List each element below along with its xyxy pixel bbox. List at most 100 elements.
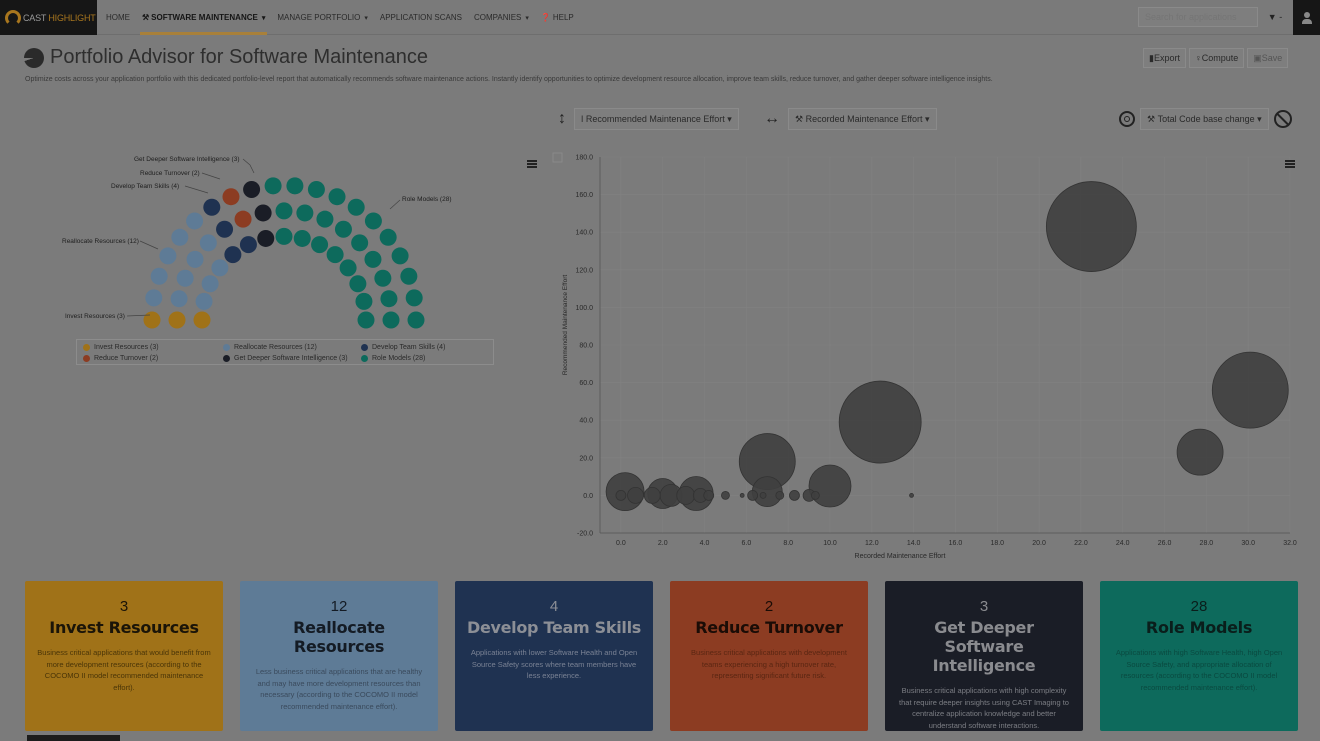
seat-invest[interactable] bbox=[143, 311, 161, 329]
seat-reallocate[interactable] bbox=[195, 292, 213, 310]
bubble-point[interactable] bbox=[808, 464, 852, 508]
seat-develop[interactable] bbox=[239, 236, 257, 254]
seat-reallocate[interactable] bbox=[211, 259, 229, 277]
seat-role[interactable] bbox=[326, 246, 344, 264]
seat-role[interactable] bbox=[275, 202, 293, 220]
bubble-point[interactable] bbox=[909, 492, 914, 498]
nav-item-companies[interactable]: COMPANIES ▾ bbox=[468, 0, 535, 35]
seat-role[interactable] bbox=[405, 289, 423, 307]
save-button[interactable]: ▣ Save bbox=[1247, 48, 1289, 68]
legend-item-develop[interactable]: Develop Team Skills (4) bbox=[361, 342, 491, 353]
nav-item-application-scans[interactable]: APPLICATION SCANS bbox=[374, 0, 468, 35]
seat-reallocate[interactable] bbox=[159, 247, 177, 265]
bubble-point[interactable] bbox=[703, 489, 715, 501]
seat-develop[interactable] bbox=[203, 198, 221, 216]
seat-role[interactable] bbox=[349, 275, 367, 293]
filter-button[interactable]: ▼ - bbox=[1262, 7, 1288, 27]
bubble-point[interactable] bbox=[1211, 351, 1289, 429]
nav-item-help[interactable]: ❓ HELP bbox=[535, 0, 580, 35]
seat-role[interactable] bbox=[379, 228, 397, 246]
compute-button[interactable]: ♀ Compute bbox=[1188, 48, 1245, 68]
seat-develop[interactable] bbox=[216, 220, 234, 238]
bubble-point[interactable] bbox=[627, 486, 644, 504]
seat-role[interactable] bbox=[286, 177, 304, 195]
seat-role[interactable] bbox=[296, 204, 314, 222]
search-applications-input[interactable] bbox=[1138, 7, 1258, 27]
bubble-point[interactable] bbox=[789, 489, 800, 501]
user-menu-button[interactable] bbox=[1293, 0, 1320, 35]
nav-item-software-maintenance[interactable]: ⚒ SOFTWARE MAINTENANCE ▾ bbox=[136, 0, 271, 35]
seat-role[interactable] bbox=[316, 210, 334, 228]
seat-reallocate[interactable] bbox=[170, 290, 188, 308]
seat-role[interactable] bbox=[374, 269, 392, 287]
scatter-menu-icon[interactable] bbox=[1285, 160, 1295, 168]
bubble-point[interactable] bbox=[747, 489, 759, 501]
seat-turnover[interactable] bbox=[222, 188, 240, 206]
card-develop[interactable]: 4 Develop Team Skills Applications with lo… bbox=[455, 581, 653, 731]
seat-reallocate[interactable] bbox=[176, 269, 194, 287]
seat-role[interactable] bbox=[391, 247, 409, 265]
bubble-point[interactable] bbox=[810, 490, 820, 500]
seat-reallocate[interactable] bbox=[186, 250, 204, 268]
bubble-point[interactable] bbox=[615, 489, 627, 501]
nav-item-manage-portfolio[interactable]: MANAGE PORTFOLIO ▾ bbox=[271, 0, 374, 35]
x-axis-dropdown[interactable]: ⚒ Recorded Maintenance Effort ▾ bbox=[788, 108, 937, 130]
bubble-point[interactable] bbox=[739, 492, 745, 498]
bubble-point[interactable] bbox=[676, 485, 696, 505]
seat-deeper[interactable] bbox=[243, 180, 261, 198]
bubble-point[interactable] bbox=[1176, 428, 1224, 476]
seat-role[interactable] bbox=[328, 188, 346, 206]
seat-role[interactable] bbox=[293, 229, 311, 247]
nav-item-home[interactable]: HOME bbox=[100, 0, 136, 35]
seat-role[interactable] bbox=[380, 290, 398, 308]
bubble-point[interactable] bbox=[838, 380, 922, 464]
seat-reallocate[interactable] bbox=[186, 212, 204, 230]
size-dropdown[interactable]: ⚒ Total Code base change ▾ bbox=[1140, 108, 1269, 130]
seat-deeper[interactable] bbox=[257, 229, 275, 247]
seat-reallocate[interactable] bbox=[199, 234, 217, 252]
card-invest[interactable]: 3 Invest Resources Business critical appli… bbox=[25, 581, 223, 731]
seat-reallocate[interactable] bbox=[145, 289, 163, 307]
donut-menu-icon[interactable] bbox=[527, 160, 537, 168]
chart-checkbox[interactable] bbox=[552, 152, 563, 163]
legend-item-reallocate[interactable]: Reallocate Resources (12) bbox=[223, 342, 361, 353]
export-button[interactable]: ▮ Export bbox=[1143, 48, 1186, 68]
bubble-point[interactable] bbox=[643, 486, 661, 504]
seat-role[interactable] bbox=[400, 267, 418, 285]
card-reallocate[interactable]: 12 Reallocate Resources Less business crit… bbox=[240, 581, 438, 731]
bubble-point[interactable] bbox=[759, 491, 767, 499]
legend-item-turnover[interactable]: Reduce Turnover (2) bbox=[83, 353, 223, 364]
seat-role[interactable] bbox=[357, 311, 375, 329]
seat-role[interactable] bbox=[275, 227, 293, 245]
seat-role[interactable] bbox=[307, 180, 325, 198]
seat-reallocate[interactable] bbox=[201, 275, 219, 293]
seat-role[interactable] bbox=[364, 212, 382, 230]
seat-role[interactable] bbox=[334, 220, 352, 238]
seat-develop[interactable] bbox=[224, 246, 242, 264]
seat-role[interactable] bbox=[311, 236, 329, 254]
seat-role[interactable] bbox=[355, 292, 373, 310]
seat-role[interactable] bbox=[364, 250, 382, 268]
brand-logo[interactable]: CAST HIGHLIGHT bbox=[0, 0, 97, 35]
seat-role[interactable] bbox=[347, 198, 365, 216]
legend-item-invest[interactable]: Invest Resources (3) bbox=[83, 342, 223, 353]
seat-invest[interactable] bbox=[168, 311, 186, 329]
legend-item-role[interactable]: Role Models (28) bbox=[361, 353, 491, 364]
card-turnover[interactable]: 2 Reduce Turnover Business critical applic… bbox=[670, 581, 868, 731]
seat-invest[interactable] bbox=[193, 311, 211, 329]
seat-turnover[interactable] bbox=[234, 210, 252, 228]
seat-role[interactable] bbox=[264, 177, 282, 195]
bubble-point[interactable] bbox=[775, 490, 785, 500]
reset-filter-icon[interactable] bbox=[1273, 110, 1292, 128]
seat-deeper[interactable] bbox=[254, 204, 272, 222]
card-role[interactable]: 28 Role Models Applications with high Soft… bbox=[1100, 581, 1298, 731]
seat-reallocate[interactable] bbox=[150, 267, 168, 285]
seat-role[interactable] bbox=[339, 259, 357, 277]
bubble-point[interactable] bbox=[1045, 181, 1137, 272]
bubble-point[interactable] bbox=[721, 490, 730, 500]
legend-item-deeper[interactable]: Get Deeper Software Intelligence (3) bbox=[223, 353, 361, 364]
y-axis-dropdown[interactable]: ǀ Recommended Maintenance Effort ▾ bbox=[574, 108, 739, 130]
card-deeper[interactable]: 3 Get Deeper Software Intelligence Busines… bbox=[885, 581, 1083, 731]
seat-role[interactable] bbox=[351, 234, 369, 252]
seat-role[interactable] bbox=[407, 311, 425, 329]
